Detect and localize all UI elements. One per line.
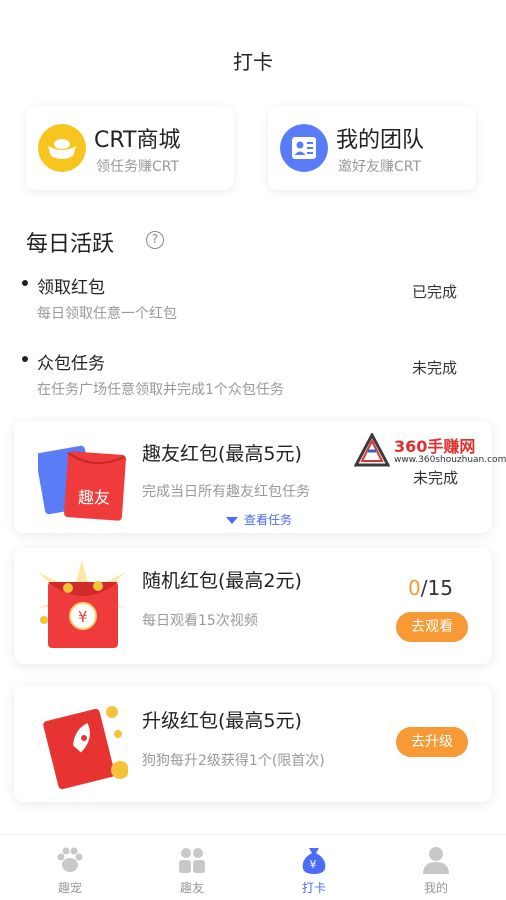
crt-mall-subtitle: 领任务赚CRT [96,159,180,175]
rocket-envelope-icon [43,706,128,790]
progress-current: 0 [408,576,421,600]
task-item: 领取红包 每日领取任意一个红包 已完成 [22,273,482,323]
task-item: 众包任务 在任务广场任意领取并完成1个众包任务 未完成 [22,349,482,399]
view-tasks-link[interactable]: 查看任务 [226,511,292,528]
my-team-subtitle: 邀好友赚CRT [338,159,422,175]
tab-label: 趣宠 [57,881,82,895]
triangle-down-icon [226,517,238,524]
bullet-icon [22,356,28,362]
redpacket-status: 未完成 [413,469,459,487]
my-team-card[interactable]: 我的团队 邀好友赚CRT [268,106,476,190]
task-name: 众包任务 [37,354,105,374]
watch-button[interactable]: 去观看 [396,612,468,642]
progress-counter: 0/15 [408,576,453,600]
redpacket-title: 趣友红包(最高5元) [142,443,302,465]
random-redpacket-card[interactable]: ¥ 随机红包(最高2元) 每日观看15次视频 0/15 去观看 [14,548,492,664]
task-status: 未完成 [412,359,458,377]
friends-icon [179,848,205,873]
tab-mine[interactable]: 我的 [373,835,499,900]
contact-card-icon [280,124,328,172]
redpacket-desc: 完成当日所有趣友红包任务 [142,484,310,500]
crt-mall-title: CRT商城 [94,128,181,153]
task-desc: 每日领取任意一个红包 [37,306,177,322]
red-envelope-icon: ¥ [38,560,126,648]
redpacket-desc: 狗狗每升2级获得1个(限首次) [142,753,325,769]
redpacket-desc: 每日观看15次视频 [142,613,258,629]
task-desc: 在任务广场任意领取并完成1个众包任务 [37,382,284,398]
tab-label: 我的 [423,881,448,895]
upgrade-redpacket-card[interactable]: 升级红包(最高5元) 狗狗每升2级获得1个(限首次) 去升级 [14,686,492,802]
my-team-title: 我的团队 [336,128,425,153]
redpacket-title: 升级红包(最高5元) [142,710,302,732]
user-icon [423,847,449,874]
tab-label: 趣友 [179,881,204,895]
task-name: 领取红包 [37,278,105,298]
paw-icon [57,847,83,872]
bottom-tab-bar: 趣宠 趣友 ¥ 打卡 我的 [0,834,506,900]
upgrade-button[interactable]: 去升级 [396,727,468,757]
watermark-url: www.360shouzhuan.com [394,455,506,465]
red-envelope-icon: 趣友 [38,445,126,521]
tab-checkin[interactable]: ¥ 打卡 [251,835,377,900]
task-status: 已完成 [412,283,458,301]
tab-pet[interactable]: 趣宠 [7,835,133,900]
tab-label: 打卡 [301,881,326,895]
gold-ingot-icon [38,124,86,172]
crt-mall-card[interactable]: CRT商城 领任务赚CRT [26,106,234,190]
watermark-text: 360手赚网 [394,437,476,456]
tab-friends[interactable]: 趣友 [129,835,255,900]
redpacket-title: 随机红包(最高2元) [142,570,302,592]
progress-total: /15 [420,576,453,600]
envelope-label: ¥ [78,608,88,626]
watermark-logo: 360手赚网 www.360shouzhuan.com [354,433,506,469]
bullet-icon [22,280,28,286]
daily-activity-title: 每日活跃 [26,232,115,257]
logo-triangle-icon [354,433,390,467]
page-title: 打卡 [233,50,273,74]
svg-text:¥: ¥ [310,858,317,871]
money-bag-icon: ¥ [302,848,326,874]
view-tasks-label: 查看任务 [244,513,293,527]
envelope-label: 趣友 [78,488,110,507]
help-icon[interactable]: ? [146,231,164,249]
